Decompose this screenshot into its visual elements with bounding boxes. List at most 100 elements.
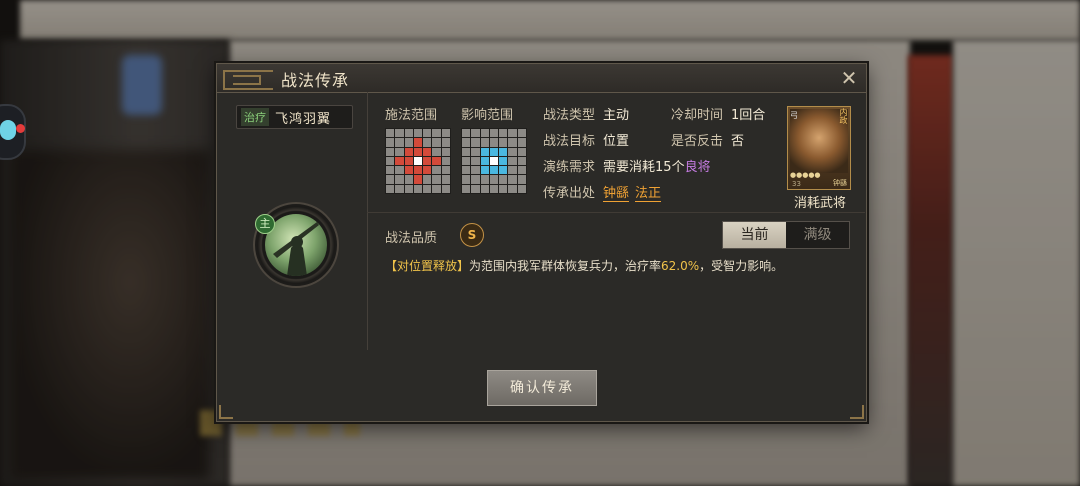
grid-cell (462, 175, 471, 184)
grid-cell (480, 138, 489, 147)
counter-value: 否 (731, 134, 745, 149)
grid-cell (499, 156, 508, 166)
grid-cell (432, 175, 441, 184)
grid-cell (413, 156, 423, 166)
grid-cell (462, 166, 471, 175)
grid-cell (499, 166, 508, 175)
general-caption: 消耗武将 (793, 196, 846, 211)
quality-label: 战法品质 (385, 231, 438, 246)
grid-cell (432, 129, 441, 138)
grid-cell (471, 138, 480, 147)
grid-cell (423, 138, 432, 147)
grid-cell (441, 184, 450, 193)
quality-grade-badge: S (460, 223, 484, 247)
grid-cell (499, 138, 508, 147)
grid-cell (480, 175, 489, 184)
grid-cell (413, 184, 423, 193)
grid-cell (386, 138, 395, 147)
grid-cell (395, 166, 404, 175)
grid-cell (432, 184, 441, 193)
grid-cell (480, 184, 489, 193)
cooldown-value: 1回合 (731, 108, 766, 123)
cooldown-label: 冷却时间 (671, 108, 724, 123)
grid-cell (404, 147, 413, 156)
corner-ornament-icon (850, 405, 864, 419)
skill-summary: 治疗 飞鸿羽翼 主 (217, 92, 368, 350)
grid-cell (395, 175, 404, 184)
practice-item: 良将 (684, 160, 711, 175)
grid-cell (471, 184, 480, 193)
grid-cell (489, 129, 499, 138)
grid-cell (499, 147, 508, 156)
tab-max-level[interactable]: 满级 (786, 222, 849, 248)
grid-cell (413, 129, 423, 138)
grid-cell (508, 138, 517, 147)
grid-cell (508, 175, 517, 184)
dialog-title: 战法传承 (281, 71, 350, 90)
corner-ornament-icon (219, 405, 233, 419)
skill-description: 【对位置释放】为范围内我军群体恢复兵力，治疗率62.0%，受智力影响。 (385, 257, 783, 274)
grid-cell (404, 166, 413, 175)
grid-cell (423, 175, 432, 184)
grid-cell (423, 147, 432, 156)
grid-cell (462, 147, 471, 156)
grid-cell (395, 129, 404, 138)
close-icon[interactable]: ✕ (838, 67, 860, 89)
grid-cell (395, 147, 404, 156)
grid-cell (386, 147, 395, 156)
general-card[interactable]: 弓 内政 ●●●●● 33 钟繇 (787, 106, 851, 190)
grid-cell (489, 147, 499, 156)
general-stars: ●●●●● (790, 171, 821, 179)
grid-cell (423, 129, 432, 138)
grid-cell (499, 129, 508, 138)
type-label: 战法类型 (543, 108, 596, 123)
grid-cell (489, 184, 499, 193)
practice-label: 演练需求 (543, 160, 596, 175)
grid-cell (517, 147, 526, 156)
effect-range-label: 影响范围 (461, 108, 514, 123)
grid-cell (517, 138, 526, 147)
source-general-1[interactable]: 钟繇 (603, 186, 630, 202)
notification-dot (16, 124, 25, 133)
divider (367, 212, 865, 213)
grid-cell (423, 166, 432, 175)
grid-cell (404, 156, 413, 166)
grid-cell (432, 147, 441, 156)
source-general-2[interactable]: 法正 (635, 186, 662, 202)
tab-current[interactable]: 当前 (723, 222, 786, 248)
grid-cell (480, 129, 489, 138)
grid-cell (432, 156, 441, 166)
grid-cell (462, 138, 471, 147)
grid-cell (432, 166, 441, 175)
grid-cell (471, 147, 480, 156)
floating-assistant-icon[interactable] (0, 104, 26, 160)
skill-name-tag: 治疗 飞鸿羽翼 (236, 105, 353, 129)
grid-cell (508, 147, 517, 156)
grid-cell (404, 129, 413, 138)
grid-cell (441, 129, 450, 138)
practice-count: 15 (655, 160, 672, 175)
grid-cell (489, 166, 499, 175)
grid-cell (499, 175, 508, 184)
description-tail: ，受智力影响。 (699, 259, 784, 273)
description-tag: 【对位置释放】 (385, 259, 470, 273)
grid-cell (471, 156, 480, 166)
grid-cell (386, 156, 395, 166)
skill-name: 飞鸿羽翼 (275, 111, 332, 127)
cast-range-grid (385, 128, 451, 194)
grid-cell (423, 184, 432, 193)
grid-cell (508, 129, 517, 138)
source-label: 传承出处 (543, 186, 596, 201)
counter-label: 是否反击 (671, 134, 724, 149)
description-text: 为范围内我军群体恢复兵力，治疗率 (469, 259, 662, 273)
grid-cell (508, 184, 517, 193)
confirm-inherit-button[interactable]: 确认传承 (487, 370, 597, 406)
grid-cell (517, 129, 526, 138)
general-level: 33 (792, 180, 801, 188)
practice-unit: 个 (671, 160, 685, 175)
grid-cell (441, 138, 450, 147)
grid-cell (413, 147, 423, 156)
grid-cell (395, 138, 404, 147)
grid-cell (471, 129, 480, 138)
grid-cell (386, 166, 395, 175)
